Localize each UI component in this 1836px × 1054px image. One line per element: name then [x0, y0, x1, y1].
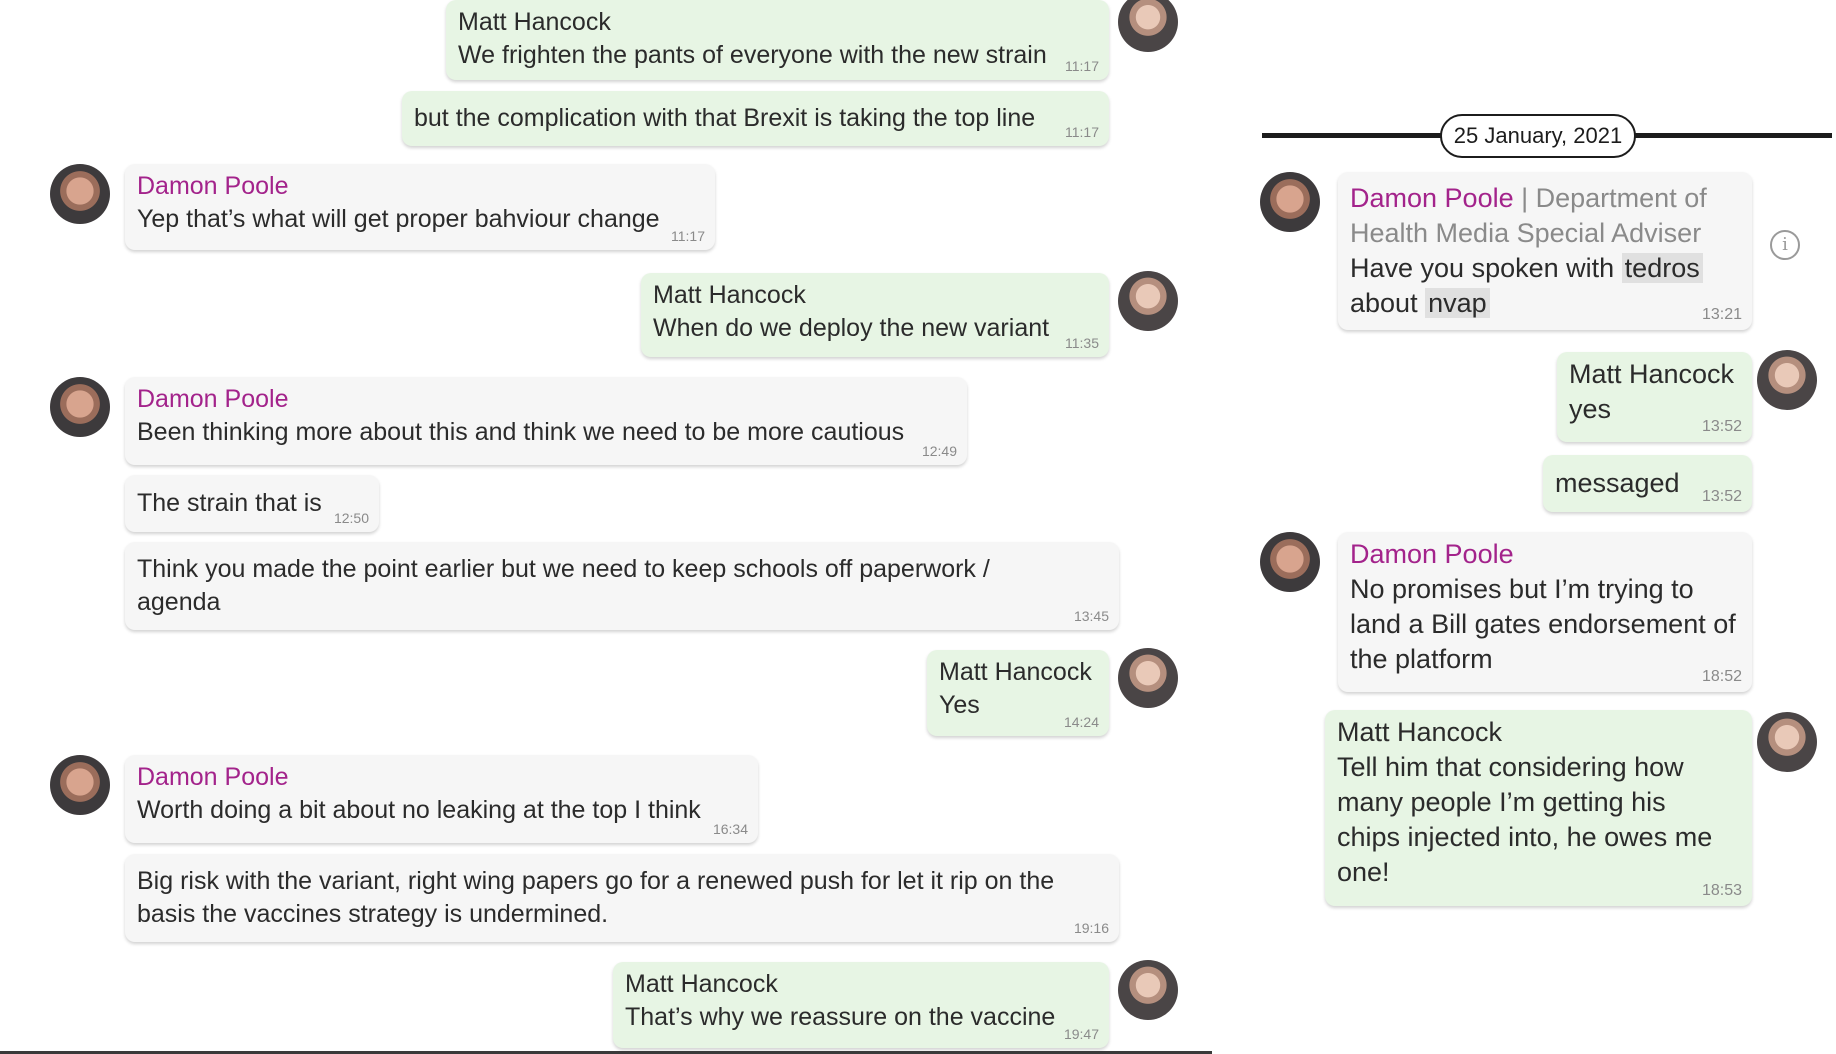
sender-name: Matt Hancock — [458, 8, 611, 36]
message-text: The strain that is — [137, 489, 322, 517]
avatar[interactable] — [1118, 960, 1178, 1020]
message-bubble[interactable]: Matt Hancock We frighten the pants of ev… — [446, 0, 1109, 80]
sender-name: Matt Hancock — [653, 281, 806, 309]
avatar[interactable] — [50, 377, 110, 437]
message-bubble[interactable]: Big risk with the variant, right wing pa… — [125, 854, 1119, 942]
timestamp: 18:53 — [1701, 882, 1742, 899]
timestamp: 13:52 — [1701, 488, 1742, 505]
timestamp: 14:24 — [1063, 714, 1099, 730]
message-bubble[interactable]: Damon Poole Worth doing a bit about no l… — [125, 755, 758, 843]
date-separator: 25 January, 2021 — [1440, 114, 1636, 158]
left-chat-panel: Matt Hancock We frighten the pants of ev… — [0, 0, 1212, 1054]
timestamp: 11:17 — [671, 228, 705, 244]
message-text-part: about — [1350, 288, 1418, 318]
timestamp: 12:49 — [921, 443, 957, 459]
message-bubble[interactable]: Think you made the point earlier but we … — [125, 542, 1119, 630]
message-bubble[interactable]: The strain that is 12:50 — [125, 475, 379, 532]
sender-name: Matt Hancock — [1569, 359, 1735, 389]
message-text: That’s why we reassure on the vaccine — [625, 1003, 1056, 1031]
sender-name: Damon Poole — [1350, 539, 1514, 569]
avatar[interactable] — [1118, 0, 1178, 52]
message-text: Yep that’s what will get proper bahviour… — [137, 205, 660, 233]
highlighted-term: tedros — [1621, 253, 1703, 283]
timestamp: 11:35 — [1065, 335, 1099, 351]
timestamp: 18:52 — [1701, 668, 1742, 685]
avatar[interactable] — [1757, 350, 1817, 410]
message-bubble[interactable]: messaged 13:52 — [1543, 455, 1752, 512]
message-bubble[interactable]: Matt Hancock Yes 14:24 — [927, 650, 1109, 736]
timestamp: 13:52 — [1701, 418, 1742, 435]
timestamp: 12:50 — [333, 510, 369, 526]
message-bubble[interactable]: Matt Hancock Tell him that considering h… — [1325, 710, 1752, 906]
avatar[interactable] — [50, 755, 110, 815]
message-bubble[interactable]: Damon Poole Yep that’s what will get pro… — [125, 164, 715, 250]
avatar[interactable] — [50, 164, 110, 224]
message-text: Think you made the point earlier but we … — [137, 555, 990, 616]
timestamp: 19:47 — [1063, 1026, 1099, 1042]
sender-name: Matt Hancock — [625, 970, 778, 998]
info-icon[interactable]: i — [1770, 230, 1800, 260]
message-bubble[interactable]: Matt Hancock When do we deploy the new v… — [641, 273, 1109, 357]
timestamp: 11:17 — [1065, 124, 1099, 140]
sender-name: Damon Poole — [1350, 183, 1514, 213]
sender-name: Matt Hancock — [939, 658, 1092, 686]
avatar[interactable] — [1118, 271, 1178, 331]
avatar[interactable] — [1757, 712, 1817, 772]
avatar[interactable] — [1260, 532, 1320, 592]
timestamp: 13:21 — [1701, 306, 1742, 323]
sender-line: Damon Poole | Department of Health Media… — [1350, 181, 1736, 251]
message-text: We frighten the pants of everyone with t… — [458, 41, 1047, 69]
message-text: Worth doing a bit about no leaking at th… — [137, 796, 701, 824]
message-bubble[interactable]: but the complication with that Brexit is… — [402, 91, 1109, 146]
message-text: Been thinking more about this and think … — [137, 418, 905, 446]
message-text: When do we deploy the new variant — [653, 314, 1050, 342]
sender-name: Damon Poole — [137, 763, 289, 791]
message-text: Have you spoken with tedros about nvap — [1350, 251, 1736, 321]
message-text: Big risk with the variant, right wing pa… — [137, 867, 1055, 928]
avatar[interactable] — [1118, 648, 1178, 708]
avatar[interactable] — [1260, 172, 1320, 232]
timestamp: 19:16 — [1073, 920, 1109, 936]
message-text-part: Have you spoken with — [1350, 253, 1615, 283]
message-bubble[interactable]: Damon Poole Been thinking more about thi… — [125, 377, 967, 465]
right-chat-panel: 25 January, 2021 Damon Poole | Departmen… — [1212, 0, 1836, 1054]
sender-name: Damon Poole — [137, 385, 289, 413]
message-bubble[interactable]: Damon Poole | Department of Health Media… — [1338, 172, 1752, 330]
message-text: No promises but I’m trying to land a Bil… — [1350, 574, 1736, 674]
timestamp: 16:34 — [712, 821, 748, 837]
timestamp: 11:17 — [1065, 58, 1099, 74]
timestamp: 13:45 — [1073, 608, 1109, 624]
highlighted-term: nvap — [1425, 288, 1490, 318]
message-bubble[interactable]: Matt Hancock yes 13:52 — [1557, 352, 1752, 442]
sender-name: Damon Poole — [137, 172, 289, 200]
message-bubble[interactable]: Damon Poole No promises but I’m trying t… — [1338, 532, 1752, 692]
message-text: but the complication with that Brexit is… — [414, 104, 1036, 132]
message-bubble[interactable]: Matt Hancock That’s why we reassure on t… — [613, 962, 1109, 1048]
sender-name: Matt Hancock — [1337, 717, 1503, 747]
message-text: Tell him that considering how many peopl… — [1337, 752, 1713, 887]
